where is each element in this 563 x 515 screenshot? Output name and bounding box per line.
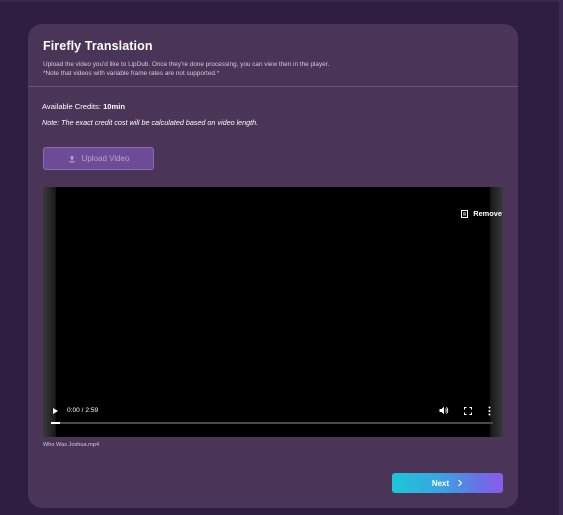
description-line-1: Upload the video you'd like to LipDub. O…: [43, 61, 330, 68]
upload-video-button[interactable]: Upload Video: [43, 147, 154, 170]
video-screen[interactable]: [56, 191, 490, 433]
remove-video-button[interactable]: Remove: [461, 209, 502, 218]
top-border: [0, 0, 563, 2]
available-credits: Available Credits: 10min: [42, 102, 125, 111]
chevron-right-icon: [458, 479, 463, 487]
description-line-2: *Note that videos with variable frame ra…: [43, 70, 220, 77]
scrollbar-track[interactable]: [559, 0, 563, 515]
time-display: 0:00 / 2:59: [67, 407, 99, 414]
divider: [28, 86, 518, 87]
credits-value: 10min: [103, 102, 126, 111]
credit-note: Note: The exact credit cost will be calc…: [42, 118, 259, 127]
translation-card: Firefly Translation Upload the video you…: [28, 24, 518, 508]
next-button[interactable]: Next: [392, 473, 503, 493]
video-progress-bar[interactable]: [51, 422, 493, 424]
video-player[interactable]: [43, 187, 503, 437]
card-description: Upload the video you'd like to LipDub. O…: [43, 60, 329, 78]
next-label: Next: [431, 478, 450, 488]
more-options-icon[interactable]: [488, 406, 491, 416]
play-icon[interactable]: [53, 408, 58, 414]
fullscreen-icon[interactable]: [464, 407, 472, 415]
volume-icon[interactable]: [439, 406, 449, 415]
video-filename: Who Was Joshua.mp4: [43, 442, 100, 448]
remove-label: Remove: [473, 209, 502, 218]
card-title: Firefly Translation: [43, 39, 153, 53]
upload-icon: [68, 155, 75, 162]
video-progress-fill: [51, 422, 60, 424]
credits-label: Available Credits:: [42, 102, 101, 111]
trash-icon: [461, 209, 469, 218]
upload-video-label: Upload Video: [81, 154, 130, 163]
